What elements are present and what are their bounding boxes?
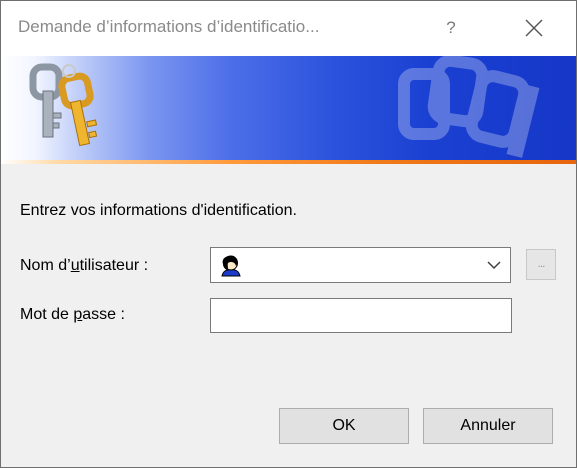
username-label-accelerator: u bbox=[70, 257, 80, 274]
user-icon bbox=[221, 255, 241, 277]
chevron-down-icon[interactable] bbox=[487, 260, 501, 270]
close-button[interactable] bbox=[511, 9, 557, 47]
keys-watermark bbox=[398, 56, 540, 158]
close-icon bbox=[525, 19, 543, 37]
banner-accent-line bbox=[1, 160, 576, 164]
username-label: Nom d’utilisateur : bbox=[20, 257, 149, 274]
cancel-button[interactable]: Annuler bbox=[423, 408, 553, 444]
credential-dialog: Demande d’informations d’identificatio..… bbox=[0, 0, 577, 468]
password-label: Mot de passe : bbox=[20, 306, 125, 323]
ok-button[interactable]: OK bbox=[279, 408, 409, 444]
instruction-text: Entrez vos informations d'identification… bbox=[20, 202, 297, 219]
help-button[interactable]: ? bbox=[428, 9, 474, 47]
keys-icon bbox=[29, 63, 98, 147]
title-bar[interactable]: Demande d’informations d’identificatio..… bbox=[1, 1, 576, 56]
password-label-accelerator: p bbox=[73, 306, 83, 323]
header-banner bbox=[1, 56, 576, 160]
window-title: Demande d’informations d’identificatio..… bbox=[18, 17, 320, 36]
browse-button[interactable]: ... bbox=[526, 249, 556, 280]
username-combobox[interactable] bbox=[210, 247, 511, 283]
password-input[interactable] bbox=[210, 298, 512, 333]
